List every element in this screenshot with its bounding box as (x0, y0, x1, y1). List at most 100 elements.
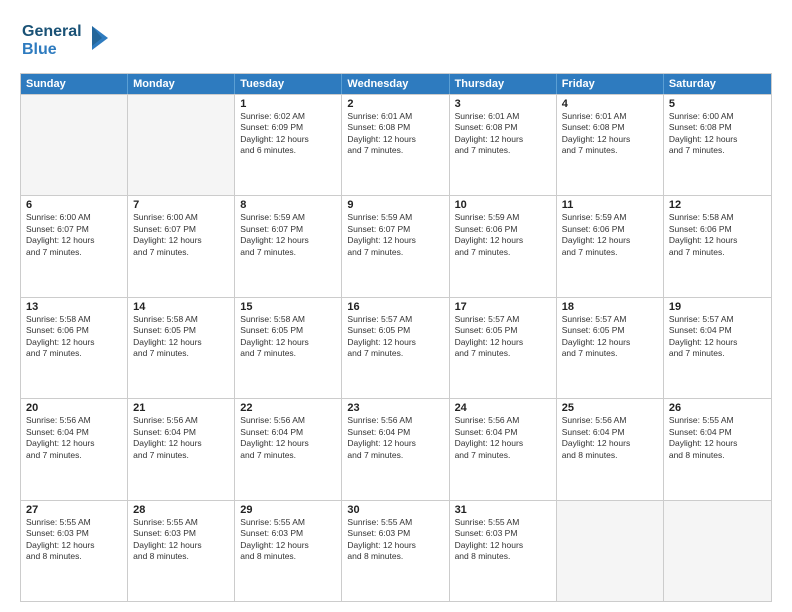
cell-info: Sunrise: 6:01 AM Sunset: 6:08 PM Dayligh… (347, 111, 443, 157)
cell-info: Sunrise: 5:59 AM Sunset: 6:07 PM Dayligh… (347, 212, 443, 258)
header-day-thursday: Thursday (450, 74, 557, 94)
calendar-row-1: 1Sunrise: 6:02 AM Sunset: 6:09 PM Daylig… (21, 94, 771, 195)
cell-info: Sunrise: 6:02 AM Sunset: 6:09 PM Dayligh… (240, 111, 336, 157)
day-number: 22 (240, 402, 336, 414)
calendar-cell: 28Sunrise: 5:55 AM Sunset: 6:03 PM Dayli… (128, 501, 235, 601)
cell-info: Sunrise: 6:00 AM Sunset: 6:07 PM Dayligh… (26, 212, 122, 258)
day-number: 12 (669, 199, 766, 211)
day-number: 31 (455, 504, 551, 516)
calendar-cell: 7Sunrise: 6:00 AM Sunset: 6:07 PM Daylig… (128, 196, 235, 296)
calendar-header: SundayMondayTuesdayWednesdayThursdayFrid… (21, 74, 771, 94)
cell-info: Sunrise: 5:57 AM Sunset: 6:05 PM Dayligh… (455, 314, 551, 360)
day-number: 17 (455, 301, 551, 313)
logo: General Blue (20, 16, 110, 65)
calendar-cell: 18Sunrise: 5:57 AM Sunset: 6:05 PM Dayli… (557, 298, 664, 398)
calendar-cell: 21Sunrise: 5:56 AM Sunset: 6:04 PM Dayli… (128, 399, 235, 499)
day-number: 7 (133, 199, 229, 211)
cell-info: Sunrise: 5:58 AM Sunset: 6:06 PM Dayligh… (26, 314, 122, 360)
cell-info: Sunrise: 5:55 AM Sunset: 6:04 PM Dayligh… (669, 415, 766, 461)
calendar-cell: 2Sunrise: 6:01 AM Sunset: 6:08 PM Daylig… (342, 95, 449, 195)
cell-info: Sunrise: 5:55 AM Sunset: 6:03 PM Dayligh… (240, 517, 336, 563)
day-number: 26 (669, 402, 766, 414)
day-number: 16 (347, 301, 443, 313)
day-number: 14 (133, 301, 229, 313)
calendar-cell: 6Sunrise: 6:00 AM Sunset: 6:07 PM Daylig… (21, 196, 128, 296)
cell-info: Sunrise: 5:58 AM Sunset: 6:06 PM Dayligh… (669, 212, 766, 258)
calendar-cell: 23Sunrise: 5:56 AM Sunset: 6:04 PM Dayli… (342, 399, 449, 499)
cell-info: Sunrise: 5:57 AM Sunset: 6:05 PM Dayligh… (562, 314, 658, 360)
calendar-cell: 15Sunrise: 5:58 AM Sunset: 6:05 PM Dayli… (235, 298, 342, 398)
calendar-body: 1Sunrise: 6:02 AM Sunset: 6:09 PM Daylig… (21, 94, 771, 601)
day-number: 15 (240, 301, 336, 313)
calendar-cell: 8Sunrise: 5:59 AM Sunset: 6:07 PM Daylig… (235, 196, 342, 296)
page: General Blue SundayMondayTuesdayWednesda… (0, 0, 792, 612)
calendar-cell: 1Sunrise: 6:02 AM Sunset: 6:09 PM Daylig… (235, 95, 342, 195)
day-number: 11 (562, 199, 658, 211)
cell-info: Sunrise: 5:58 AM Sunset: 6:05 PM Dayligh… (133, 314, 229, 360)
calendar-cell (21, 95, 128, 195)
calendar-row-5: 27Sunrise: 5:55 AM Sunset: 6:03 PM Dayli… (21, 500, 771, 601)
calendar-cell: 9Sunrise: 5:59 AM Sunset: 6:07 PM Daylig… (342, 196, 449, 296)
calendar-cell: 20Sunrise: 5:56 AM Sunset: 6:04 PM Dayli… (21, 399, 128, 499)
day-number: 24 (455, 402, 551, 414)
day-number: 8 (240, 199, 336, 211)
cell-info: Sunrise: 5:56 AM Sunset: 6:04 PM Dayligh… (133, 415, 229, 461)
day-number: 3 (455, 98, 551, 110)
calendar-cell: 12Sunrise: 5:58 AM Sunset: 6:06 PM Dayli… (664, 196, 771, 296)
calendar-cell: 3Sunrise: 6:01 AM Sunset: 6:08 PM Daylig… (450, 95, 557, 195)
day-number: 21 (133, 402, 229, 414)
cell-info: Sunrise: 5:57 AM Sunset: 6:04 PM Dayligh… (669, 314, 766, 360)
cell-info: Sunrise: 5:59 AM Sunset: 6:07 PM Dayligh… (240, 212, 336, 258)
calendar-cell: 22Sunrise: 5:56 AM Sunset: 6:04 PM Dayli… (235, 399, 342, 499)
day-number: 20 (26, 402, 122, 414)
day-number: 18 (562, 301, 658, 313)
calendar-cell: 17Sunrise: 5:57 AM Sunset: 6:05 PM Dayli… (450, 298, 557, 398)
cell-info: Sunrise: 6:01 AM Sunset: 6:08 PM Dayligh… (562, 111, 658, 157)
day-number: 13 (26, 301, 122, 313)
day-number: 5 (669, 98, 766, 110)
cell-info: Sunrise: 6:00 AM Sunset: 6:07 PM Dayligh… (133, 212, 229, 258)
cell-info: Sunrise: 5:55 AM Sunset: 6:03 PM Dayligh… (347, 517, 443, 563)
cell-info: Sunrise: 5:56 AM Sunset: 6:04 PM Dayligh… (562, 415, 658, 461)
header-day-wednesday: Wednesday (342, 74, 449, 94)
calendar-cell: 31Sunrise: 5:55 AM Sunset: 6:03 PM Dayli… (450, 501, 557, 601)
header-day-saturday: Saturday (664, 74, 771, 94)
calendar-cell: 10Sunrise: 5:59 AM Sunset: 6:06 PM Dayli… (450, 196, 557, 296)
header: General Blue (20, 16, 772, 65)
calendar-cell: 16Sunrise: 5:57 AM Sunset: 6:05 PM Dayli… (342, 298, 449, 398)
calendar-cell: 13Sunrise: 5:58 AM Sunset: 6:06 PM Dayli… (21, 298, 128, 398)
calendar-cell: 4Sunrise: 6:01 AM Sunset: 6:08 PM Daylig… (557, 95, 664, 195)
cell-info: Sunrise: 5:55 AM Sunset: 6:03 PM Dayligh… (133, 517, 229, 563)
header-day-tuesday: Tuesday (235, 74, 342, 94)
day-number: 2 (347, 98, 443, 110)
cell-info: Sunrise: 5:56 AM Sunset: 6:04 PM Dayligh… (347, 415, 443, 461)
calendar-cell: 11Sunrise: 5:59 AM Sunset: 6:06 PM Dayli… (557, 196, 664, 296)
calendar-cell: 24Sunrise: 5:56 AM Sunset: 6:04 PM Dayli… (450, 399, 557, 499)
calendar-cell (128, 95, 235, 195)
svg-text:General: General (22, 23, 82, 40)
day-number: 4 (562, 98, 658, 110)
calendar-cell: 26Sunrise: 5:55 AM Sunset: 6:04 PM Dayli… (664, 399, 771, 499)
cell-info: Sunrise: 5:59 AM Sunset: 6:06 PM Dayligh… (562, 212, 658, 258)
cell-info: Sunrise: 5:58 AM Sunset: 6:05 PM Dayligh… (240, 314, 336, 360)
calendar-cell: 30Sunrise: 5:55 AM Sunset: 6:03 PM Dayli… (342, 501, 449, 601)
header-day-monday: Monday (128, 74, 235, 94)
day-number: 29 (240, 504, 336, 516)
day-number: 19 (669, 301, 766, 313)
calendar-row-2: 6Sunrise: 6:00 AM Sunset: 6:07 PM Daylig… (21, 195, 771, 296)
header-day-sunday: Sunday (21, 74, 128, 94)
calendar-cell (664, 501, 771, 601)
calendar-cell (557, 501, 664, 601)
cell-info: Sunrise: 5:56 AM Sunset: 6:04 PM Dayligh… (455, 415, 551, 461)
day-number: 6 (26, 199, 122, 211)
calendar-cell: 27Sunrise: 5:55 AM Sunset: 6:03 PM Dayli… (21, 501, 128, 601)
calendar-cell: 14Sunrise: 5:58 AM Sunset: 6:05 PM Dayli… (128, 298, 235, 398)
day-number: 9 (347, 199, 443, 211)
header-day-friday: Friday (557, 74, 664, 94)
calendar-cell: 29Sunrise: 5:55 AM Sunset: 6:03 PM Dayli… (235, 501, 342, 601)
cell-info: Sunrise: 5:59 AM Sunset: 6:06 PM Dayligh… (455, 212, 551, 258)
cell-info: Sunrise: 6:01 AM Sunset: 6:08 PM Dayligh… (455, 111, 551, 157)
day-number: 30 (347, 504, 443, 516)
day-number: 25 (562, 402, 658, 414)
svg-text:Blue: Blue (22, 41, 57, 58)
